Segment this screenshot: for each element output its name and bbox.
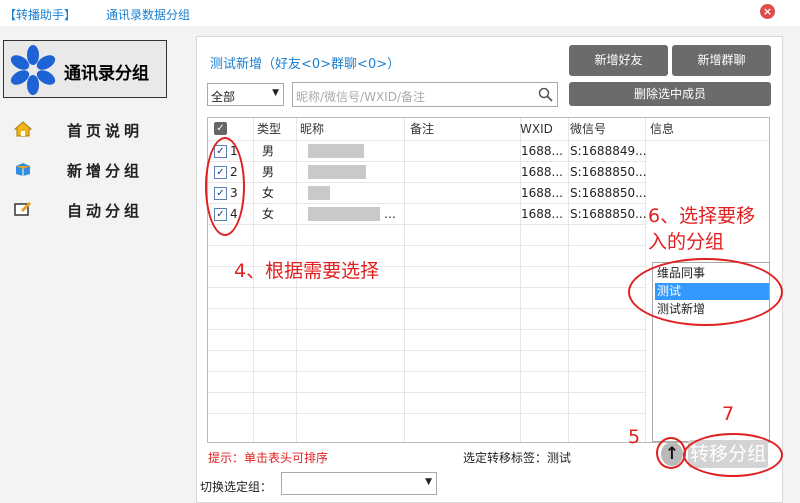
nickname-redacted <box>308 144 364 158</box>
row-type: 男 <box>262 165 275 179</box>
title-bar: 【转播助手】 通讯录数据分组 × <box>0 0 800 26</box>
delete-selected-button[interactable]: 删除选中成员 <box>569 82 771 106</box>
switch-group-label: 切换选定组： <box>200 480 273 494</box>
chevron-down-icon: ▼ <box>272 88 279 98</box>
select-all-checkbox[interactable]: ✓ <box>214 122 227 135</box>
column-header-wxid[interactable]: WXID <box>520 118 553 140</box>
row-type: 女 <box>262 207 275 221</box>
table-row[interactable]: ✓ 1 男 1688... S:1688849... <box>208 141 647 162</box>
table-row[interactable]: ✓ 2 男 1688... S:1688850... <box>208 162 647 183</box>
annotation-step-7: 7 <box>722 403 735 425</box>
logo-text: 通讯录分组 <box>64 64 149 84</box>
window-title: 通讯录数据分组 <box>106 8 191 22</box>
nickname-redacted <box>308 165 366 179</box>
table-row[interactable]: ✓ 3 女 1688... S:1688850... <box>208 183 647 204</box>
selected-tag-text: 选定转移标签：测试 <box>463 451 572 465</box>
annotation-ellipse-checkboxes <box>205 137 245 236</box>
column-header-nickname[interactable]: 昵称 <box>300 118 324 140</box>
column-header-info[interactable]: 信息 <box>650 118 674 140</box>
add-friend-button[interactable]: 新增好友 <box>569 45 668 76</box>
edit-icon <box>14 201 32 216</box>
column-header-note[interactable]: 备注 <box>410 118 434 140</box>
home-icon <box>14 121 32 137</box>
row-wxid: 1688... <box>521 144 563 158</box>
row-wxid: 1688... <box>521 207 563 221</box>
table-row[interactable]: ✓ 4 女 … 1688... S:1688850... <box>208 204 647 225</box>
annotation-ellipse-groups <box>628 258 783 326</box>
annotation-step-4: 4、根据需要选择 <box>234 260 380 282</box>
add-group-chat-button[interactable]: 新增群聊 <box>672 45 771 76</box>
sidebar: 通讯录分组 首页说明 新增分组 自动分组 <box>0 26 196 503</box>
row-type: 女 <box>262 186 275 200</box>
sidebar-item-add-group[interactable]: 新增分组 <box>14 158 184 182</box>
column-header-type[interactable]: 类型 <box>257 118 281 140</box>
filter-select[interactable]: 全部 ▼ <box>207 83 284 106</box>
annotation-step-6: 6、选择要移入的分组 <box>648 205 756 253</box>
logo-box: 通讯录分组 <box>3 40 167 98</box>
nickname-redacted <box>308 186 330 200</box>
row-nickname: … <box>384 207 396 221</box>
sidebar-item-label: 新增分组 <box>67 162 144 180</box>
row-wxid: 1688... <box>521 165 563 179</box>
sidebar-item-auto-group[interactable]: 自动分组 <box>14 198 184 222</box>
annotation-ellipse-up <box>656 437 686 469</box>
search-input[interactable]: 昵称/微信号/WXID/备注 <box>292 82 558 107</box>
nickname-redacted <box>308 207 380 221</box>
chevron-down-icon: ▼ <box>425 477 432 487</box>
flower-logo-icon <box>10 45 56 95</box>
list-title: 测试新增（好友<0>群聊<0>） <box>210 57 401 72</box>
sidebar-item-label: 首页说明 <box>67 122 144 140</box>
sidebar-item-label: 自动分组 <box>67 202 144 220</box>
app-title: 【转播助手】 <box>4 8 77 22</box>
close-button[interactable]: × <box>760 4 775 19</box>
row-type: 男 <box>262 144 275 158</box>
search-icon[interactable] <box>538 87 553 102</box>
box-icon <box>16 163 30 176</box>
row-wxid: 1688... <box>521 186 563 200</box>
row-wechat-id: S:1688849... <box>570 144 647 158</box>
row-wechat-id: S:1688850... <box>570 165 647 179</box>
annotation-ellipse-move <box>683 433 783 477</box>
row-wechat-id: S:1688850... <box>570 186 647 200</box>
filter-value: 全部 <box>211 90 236 104</box>
sidebar-item-home[interactable]: 首页说明 <box>14 118 184 142</box>
annotation-step-5: 5 <box>628 426 641 448</box>
row-wechat-id: S:1688850... <box>570 207 647 221</box>
column-header-wechat-id[interactable]: 微信号 <box>570 118 606 140</box>
switch-group-select[interactable]: ▼ <box>281 472 437 495</box>
search-placeholder: 昵称/微信号/WXID/备注 <box>296 90 425 104</box>
sort-hint: 提示：单击表头可排序 <box>208 451 329 465</box>
